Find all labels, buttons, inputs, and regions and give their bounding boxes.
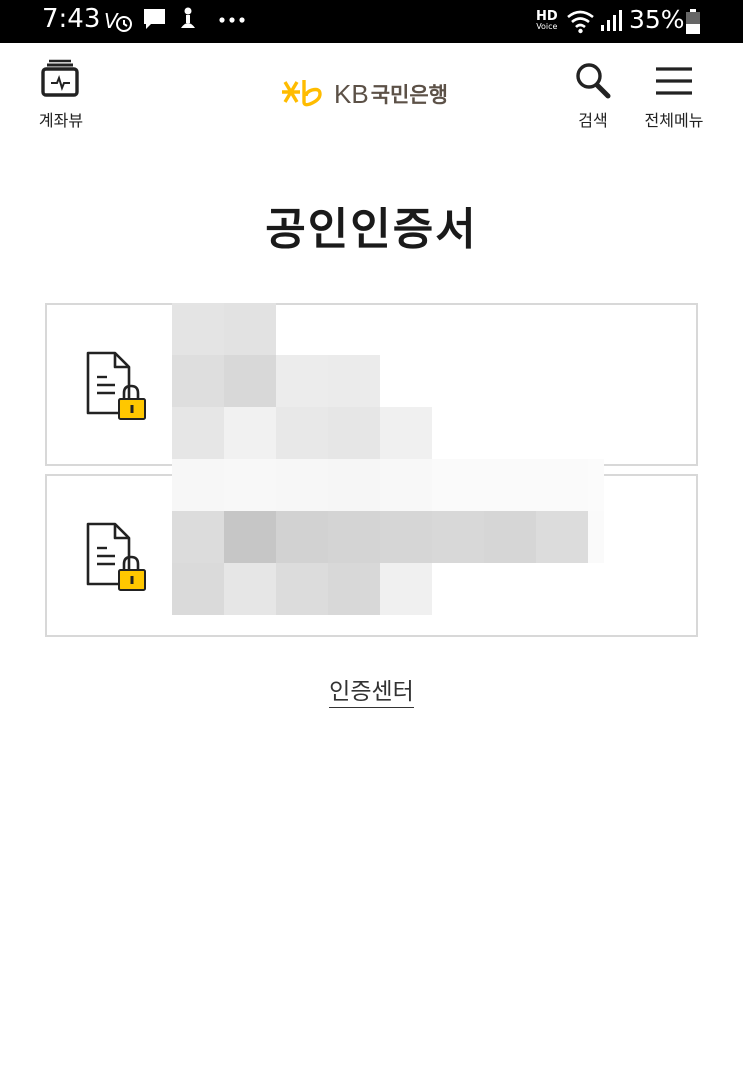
redaction-tile (172, 355, 224, 407)
redaction-tile (484, 511, 536, 563)
redaction-tile (224, 355, 276, 407)
redaction-tile (172, 511, 224, 563)
logo-korean-text: 국민은행 (370, 83, 448, 107)
redaction-tile (328, 511, 380, 563)
search-icon (573, 63, 613, 103)
search-label: 검색 (578, 111, 608, 130)
message-icon (142, 6, 168, 36)
redaction-tile (432, 511, 484, 563)
redaction-tile (224, 459, 276, 511)
account-view-button[interactable]: 계좌뷰 (30, 59, 92, 131)
account-view-label: 계좌뷰 (38, 111, 84, 130)
redaction-tile (172, 459, 224, 511)
full-menu-button[interactable]: 전체메뉴 (640, 65, 708, 131)
redaction-tile (432, 459, 484, 511)
hamburger-menu-icon (654, 67, 694, 103)
wifi-icon (566, 8, 596, 38)
cert-center-link[interactable]: 인증센터 (329, 679, 414, 708)
accessibility-icon (176, 6, 200, 38)
cert-center-link-wrapper: 인증센터 (0, 672, 743, 708)
redaction-tile (380, 511, 432, 563)
redaction-tile (328, 459, 380, 511)
redacted-certificate-info (172, 303, 612, 615)
kb-logo[interactable]: KB 국민은행 (280, 77, 448, 111)
redaction-tile (276, 459, 328, 511)
redaction-tile (224, 511, 276, 563)
redaction-tile (588, 511, 604, 563)
status-time: 7:43 (42, 4, 101, 34)
redaction-tile (224, 563, 276, 615)
more-dots-icon (218, 8, 246, 32)
redaction-tile (380, 459, 432, 511)
redaction-tile (172, 407, 224, 459)
kb-star-icon (280, 76, 328, 112)
status-bar: 7:43 V HD Voice 35% (0, 0, 743, 43)
redaction-tile (276, 355, 328, 407)
redaction-tile (276, 511, 328, 563)
redaction-tile (224, 407, 276, 459)
redaction-tile (328, 407, 380, 459)
certificate-lock-icon (85, 520, 149, 596)
hd-voice-indicator: HD Voice (536, 10, 558, 31)
redaction-tile (172, 303, 224, 355)
redaction-tile (588, 459, 604, 511)
redaction-tile (380, 563, 432, 615)
page-title: 공인인증서 (265, 204, 478, 255)
redaction-tile (224, 303, 276, 355)
redaction-tile (328, 563, 380, 615)
battery-percent: 35% (629, 5, 685, 34)
signal-icon (600, 9, 624, 37)
certificate-lock-icon (85, 349, 149, 425)
hd-sub-label: Voice (536, 22, 558, 31)
redaction-tile (328, 355, 380, 407)
redaction-tile (536, 511, 588, 563)
redaction-tile (172, 563, 224, 615)
battery-icon (685, 9, 701, 39)
wallet-icon (39, 59, 83, 103)
redaction-tile (276, 407, 328, 459)
full-menu-label: 전체메뉴 (644, 111, 704, 130)
redaction-tile (536, 459, 588, 511)
search-button[interactable]: 검색 (566, 61, 620, 131)
redaction-tile (276, 563, 328, 615)
redaction-tile (380, 407, 432, 459)
app-bar: 계좌뷰 KB 국민은행 검색 전체메뉴 (0, 43, 743, 143)
volte-icon: V (104, 6, 134, 38)
logo-kb-text: KB (334, 78, 369, 109)
redaction-tile (484, 459, 536, 511)
